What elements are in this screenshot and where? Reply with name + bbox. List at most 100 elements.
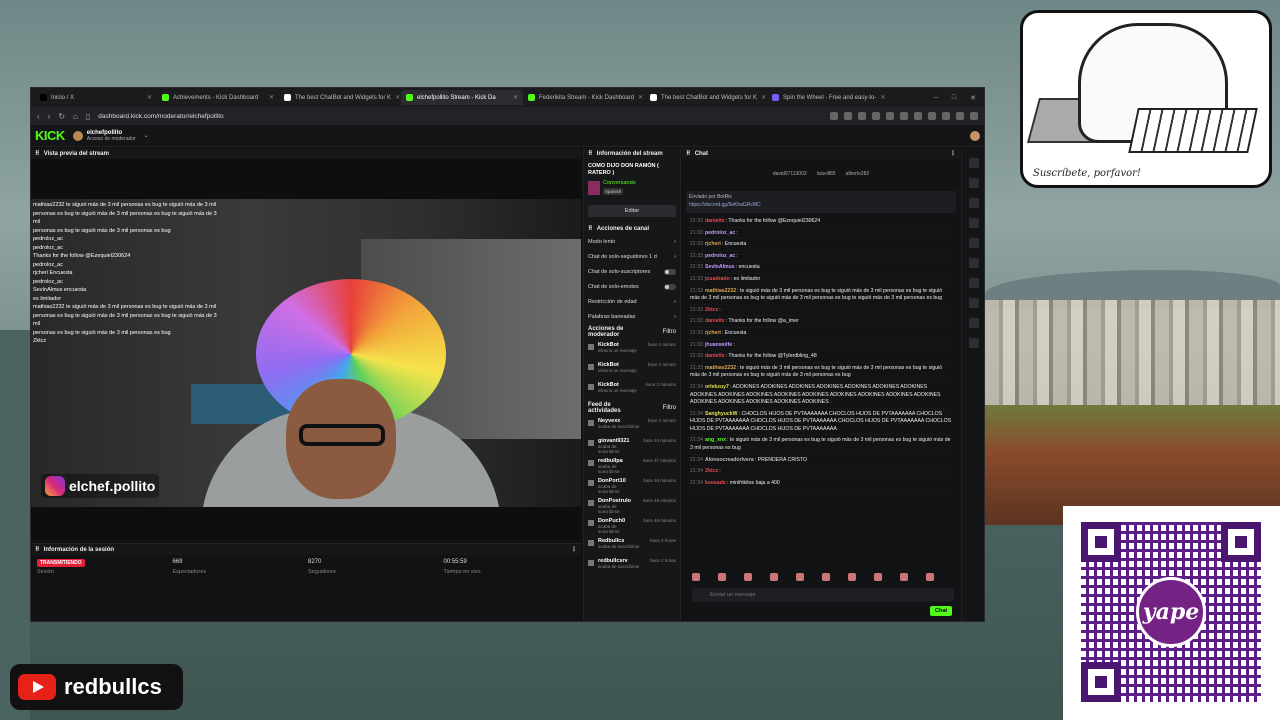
chat-message[interactable]: 21:33 mathias2232: te siguió más de 3 mil… [690,364,952,382]
info-icon[interactable] [968,158,979,168]
chat-message[interactable]: 21:34 ksosadx: minifrikitos baja a 400 [690,479,952,490]
video-player[interactable]: mathias2232 te siguió más de 3 mil perso… [31,199,581,507]
chat-message[interactable]: 21:33 danieltx: Thanks for the follow @a_… [690,317,952,328]
message-username[interactable]: Zktcz [705,307,718,313]
chat-message[interactable]: 21:34 orlekzuy7: ADOKINES ADOKINES ADOKIN… [690,383,952,409]
message-username[interactable]: danieltx [705,353,725,359]
maximize-icon[interactable]: □ [952,94,956,102]
chat-message[interactable]: 21:33 jhuanwolfe: [690,341,952,352]
browser-tab[interactable]: Achievements - Kick Dashboard ✕ [157,90,279,105]
channel-action-item[interactable]: Chat de solo-emotes [584,279,680,294]
emote-icon[interactable] [874,573,882,581]
browser-tab[interactable]: The best ChatBot and Widgets for K ✕ [279,90,401,105]
filter-button[interactable]: Filtro [663,329,676,335]
extension-icon[interactable] [914,112,922,120]
chat-message[interactable]: 21:33 mathias2232: te siguió más de 3 mil… [690,287,952,305]
forward-icon[interactable]: › [48,112,51,121]
feed-item[interactable]: KickBot eliminó un mensaje hace 1 minuto [584,360,680,380]
close-tab-icon[interactable]: ✕ [269,94,274,101]
browser-tab[interactable]: Federikita Stream - Kick Dashboard ✕ [523,90,645,105]
kick-logo[interactable]: KICK [35,128,65,143]
extension-icon[interactable] [900,112,908,120]
chat-message[interactable]: 21:33 danieltx: Thanks for the follow @Ez… [690,217,952,228]
emote-icon[interactable] [848,573,856,581]
pencil-icon[interactable] [968,178,979,188]
drag-handle-icon[interactable]: ⠿ [35,546,40,553]
extension-icon[interactable] [844,112,852,120]
extension-icon[interactable] [830,112,838,120]
chat-message[interactable]: 21:33 SevInAlmus: encuesta [690,263,952,274]
chat-message[interactable]: 21:33 jcuadrado: es limitador [690,275,952,286]
broadcast-icon[interactable] [968,278,979,288]
url-field[interactable]: dashboard.kick.com/moderator/elchefpolli… [98,113,223,120]
emote-icon[interactable] [692,573,700,581]
drag-handle-icon[interactable]: ⠿ [35,150,40,157]
message-username[interactable]: Alonsocreadorlvera [705,457,754,463]
emote-icon[interactable] [744,573,752,581]
filter-button[interactable]: Filtro [663,405,676,411]
chat-message[interactable]: 21:34 Alonsocreadorlvera: PRENDERA CRISTO [690,456,952,467]
message-username[interactable]: orlekzuy7 [705,384,729,390]
drag-handle-icon[interactable]: ⠿ [588,225,593,232]
chat-message[interactable]: 21:33 pedroloz_ac: [690,229,952,240]
drag-handle-icon[interactable]: ⠿ [686,150,691,157]
message-username[interactable]: jhuanwolfe [705,342,732,348]
channel-switcher[interactable]: elchefpollito Acceso de moderador ⌄ [72,130,149,142]
toggle-switch[interactable] [664,268,676,275]
minimize-icon[interactable]: – [934,94,938,102]
emote-icon[interactable] [718,573,726,581]
browser-tab[interactable]: elchefpollito Stream - Kick Da ✕ [401,90,523,105]
bookmark-icon[interactable]: ▯ [86,112,90,121]
edit-button[interactable]: Editar [588,205,676,217]
toggle-switch[interactable] [664,283,676,290]
message-username[interactable]: ksosadx [705,480,726,486]
message-username[interactable]: SanghyuckW [705,411,738,417]
chat-message[interactable]: 21:34 Zktcz: [690,467,952,478]
extension-icon[interactable] [872,112,880,120]
close-tab-icon[interactable]: ✕ [761,94,766,101]
feed-item[interactable]: KickBot eliminó un mensaje hace 2 minutos [584,380,680,400]
chat-message[interactable]: 21:33 pedroloz_ac: [690,252,952,263]
close-tab-icon[interactable]: ✕ [395,94,400,101]
message-username[interactable]: Zktcz [705,468,718,474]
message-username[interactable]: mathias2232 [705,365,736,371]
chat-message[interactable]: 21:34 ang_xnx: te siguió más de 3 mil per… [690,436,952,455]
user-avatar[interactable] [970,130,980,141]
back-icon[interactable]: ‹ [37,112,40,121]
message-username[interactable]: danieltx [705,318,725,324]
feed-item[interactable]: Redbullcs acaba de suscribirse hace 2 hora… [584,536,680,556]
extension-icon[interactable] [858,112,866,120]
feed-item[interactable]: giovani9321 acaba de suscribirse hace 24 m… [584,436,680,456]
close-tab-icon[interactable]: ✕ [638,94,643,101]
message-username[interactable]: danieltx [705,218,725,224]
close-icon[interactable]: ✕ [970,94,976,102]
chat-message[interactable]: 21:34 SanghyuckW: CHOCLOS HIJOS DE PVTAAA… [690,410,952,436]
message-username[interactable]: pedroloz_ac [705,230,735,236]
chat-message[interactable]: 21:33 rjcheri: Encuesta [690,329,952,340]
emote-icon[interactable] [822,573,830,581]
extension-icon[interactable] [886,112,894,120]
message-username[interactable]: jcuadrado [705,276,730,282]
chat-message[interactable]: 21:33 rjcheri: Encuesta [690,240,952,251]
channel-action-item[interactable]: Restricción de edad › [584,294,680,309]
wrench-icon[interactable] [968,318,979,328]
extension-icon[interactable] [928,112,936,120]
message-username[interactable]: SevInAlmus [705,264,735,270]
extension-icon[interactable] [942,112,950,120]
channel-action-item[interactable]: Modo lento › [584,234,680,249]
more-icon[interactable]: ⋮ [950,150,956,157]
channel-action-item[interactable]: Palabras baneadas › [584,309,680,324]
home-icon[interactable]: ⌂ [73,112,78,121]
message-username[interactable]: rjcheri [705,241,721,247]
channel-action-item[interactable]: Chat de solo-suscriptores [584,264,680,279]
category-name[interactable]: Conversando [603,180,636,186]
feed-item[interactable]: redbullpa acaba de suscribirse hace 37 min… [584,456,680,476]
bolt-icon[interactable] [968,218,979,228]
message-username[interactable]: rjcheri [705,330,721,336]
chat-message[interactable]: 21:33 danieltx: Thanks for the follow @Ty… [690,352,952,363]
extension-icon[interactable] [956,112,964,120]
chat-message[interactable]: 21:33 Zktcz: [690,306,952,317]
channel-action-item[interactable]: Chat de solo-seguidores 1 d › [584,249,680,264]
close-tab-icon[interactable]: ✕ [147,94,152,101]
emote-icon[interactable] [900,573,908,581]
